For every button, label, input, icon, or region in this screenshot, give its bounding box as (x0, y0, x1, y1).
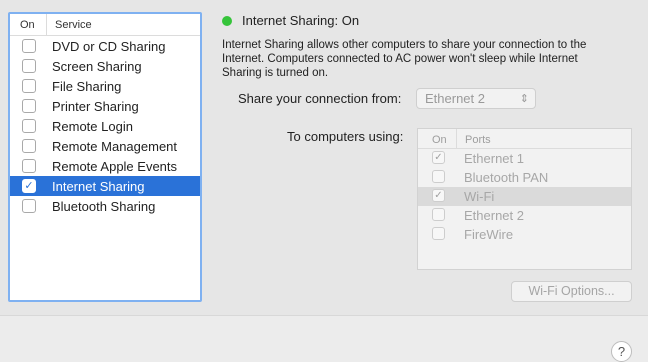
service-description: Internet Sharing allows other computers … (222, 39, 587, 79)
on-column-header: On (20, 19, 35, 31)
remote-login-checkbox[interactable] (22, 119, 36, 133)
bluetooth-pan-checkbox[interactable] (432, 170, 445, 183)
file-sharing-checkbox[interactable] (22, 79, 36, 93)
port-label: Ethernet 2 (464, 208, 524, 223)
bluetooth-sharing-checkbox[interactable] (22, 199, 36, 213)
service-row-file-sharing[interactable]: File Sharing (10, 76, 200, 96)
port-row-firewire[interactable]: FireWire (418, 225, 631, 244)
service-row-printer-sharing[interactable]: Printer Sharing (10, 96, 200, 116)
port-row-bluetooth-pan[interactable]: Bluetooth PAN (418, 168, 631, 187)
screen-sharing-checkbox[interactable] (22, 59, 36, 73)
ethernet-1-checkbox[interactable]: ✓ (432, 151, 445, 164)
port-label: FireWire (464, 227, 514, 242)
port-row-ethernet-2[interactable]: Ethernet 2 (418, 206, 631, 225)
ports-on-column-header: On (432, 134, 447, 146)
printer-sharing-checkbox[interactable] (22, 99, 36, 113)
ports-table[interactable]: On Ports ✓ Ethernet 1 Bluetooth PAN ✓ Wi… (417, 128, 632, 270)
ports-table-header: On Ports (418, 129, 631, 149)
service-row-remote-apple-events[interactable]: Remote Apple Events (10, 156, 200, 176)
service-row-screen-sharing[interactable]: Screen Sharing (10, 56, 200, 76)
service-label: Remote Management (52, 139, 178, 154)
remote-apple-events-checkbox[interactable] (22, 159, 36, 173)
service-label: Bluetooth Sharing (52, 199, 156, 214)
ports-column-header: Ports (456, 129, 491, 148)
dvd-cd-sharing-checkbox[interactable] (22, 39, 36, 53)
internet-sharing-checkbox[interactable]: ✓ (22, 179, 36, 193)
wifi-options-button[interactable]: Wi-Fi Options... (511, 281, 632, 302)
port-row-wifi[interactable]: ✓ Wi-Fi (418, 187, 631, 206)
port-row-ethernet-1[interactable]: ✓ Ethernet 1 (418, 149, 631, 168)
ethernet-2-checkbox[interactable] (432, 208, 445, 221)
firewire-checkbox[interactable] (432, 227, 445, 240)
service-row-bluetooth-sharing[interactable]: Bluetooth Sharing (10, 196, 200, 216)
service-column-header: Service (46, 14, 92, 35)
service-row-remote-login[interactable]: Remote Login (10, 116, 200, 136)
service-list[interactable]: On Service DVD or CD Sharing Screen Shar… (8, 12, 202, 302)
help-button[interactable]: ? (611, 341, 632, 362)
service-row-internet-sharing[interactable]: ✓ Internet Sharing (10, 176, 200, 196)
service-label: Printer Sharing (52, 99, 139, 114)
port-label: Wi-Fi (464, 189, 495, 204)
service-list-header: On Service (10, 14, 200, 36)
service-row-dvd-cd-sharing[interactable]: DVD or CD Sharing (10, 36, 200, 56)
share-from-select[interactable]: Ethernet 2 ⇕ (416, 88, 536, 109)
remote-management-checkbox[interactable] (22, 139, 36, 153)
service-label: Remote Login (52, 119, 133, 134)
service-label: Screen Sharing (52, 59, 142, 74)
service-row-remote-management[interactable]: Remote Management (10, 136, 200, 156)
service-label: File Sharing (52, 79, 122, 94)
service-label: Remote Apple Events (52, 159, 178, 174)
port-label: Bluetooth PAN (464, 170, 549, 185)
chevron-updown-icon: ⇕ (519, 93, 529, 105)
service-label: DVD or CD Sharing (52, 39, 166, 54)
status-indicator-icon (222, 16, 232, 26)
share-from-value: Ethernet 2 (425, 91, 485, 106)
service-label: Internet Sharing (52, 179, 145, 194)
status-title: Internet Sharing: On (242, 13, 360, 28)
port-label: Ethernet 1 (464, 151, 524, 166)
share-from-label: Share your connection from: (238, 91, 402, 106)
wifi-checkbox[interactable]: ✓ (432, 189, 445, 202)
computers-using-label: To computers using: (287, 129, 404, 144)
footer-bar (0, 315, 648, 362)
